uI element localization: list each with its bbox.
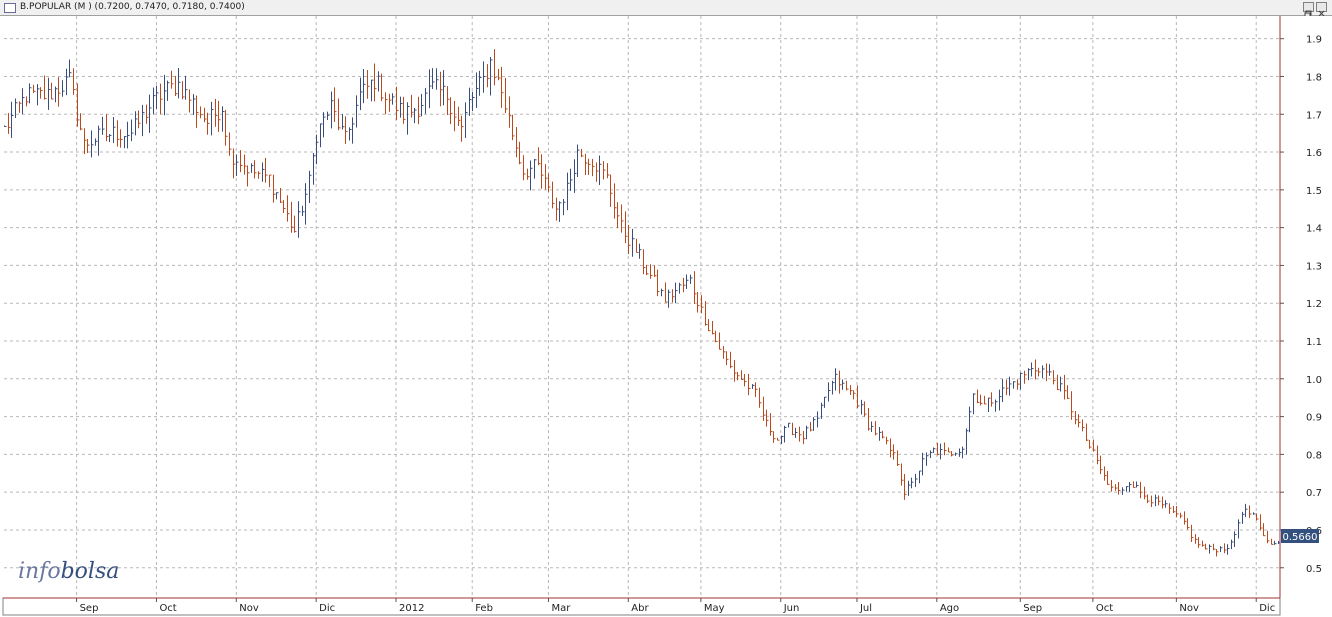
y-tick-label: 1.8 <box>1306 72 1322 83</box>
x-tick-label: Sep <box>80 603 99 614</box>
x-tick-label: Dic <box>1259 603 1275 614</box>
y-tick-label: 0.7 <box>1306 488 1322 499</box>
restore-button[interactable] <box>1303 2 1314 18</box>
last-price-label: 0.5660 <box>1283 532 1318 543</box>
y-tick-label: 1.9 <box>1306 35 1322 46</box>
y-tick-label: 1.5 <box>1306 186 1322 197</box>
x-tick-label: Nov <box>1179 603 1199 614</box>
x-tick-label: May <box>704 603 725 614</box>
x-tick-label: Oct <box>1096 603 1113 614</box>
window-titlebar: B.POPULAR (M ) (0.7200, 0.7470, 0.7180, … <box>0 0 1332 18</box>
x-tick-label: Oct <box>159 603 176 614</box>
window-title: B.POPULAR (M ) (0.7200, 0.7470, 0.7180, … <box>20 2 245 12</box>
y-tick-label: 1.3 <box>1306 261 1322 272</box>
logo-part-2: bolsa <box>61 559 120 584</box>
close-button[interactable] <box>1316 2 1327 17</box>
y-tick-label: 1.1 <box>1306 337 1322 348</box>
x-tick-label: Sep <box>1023 603 1042 614</box>
x-tick-label: Jul <box>859 603 872 614</box>
x-tick-label: Ago <box>940 603 959 614</box>
y-tick-label: 0.5 <box>1306 564 1322 575</box>
chart-window-icon <box>4 3 16 13</box>
logo-part-1: info <box>18 559 61 584</box>
x-tick-label: Jun <box>783 603 800 614</box>
chart-background <box>0 16 1332 617</box>
infobolsa-logo: infobolsa <box>18 559 119 584</box>
y-tick-label: 1.7 <box>1306 110 1322 121</box>
x-tick-label: Dic <box>319 603 335 614</box>
x-tick-label: Mar <box>551 603 571 614</box>
price-chart[interactable]: 0.50.60.70.80.91.01.11.21.31.41.51.61.71… <box>0 16 1332 617</box>
y-tick-label: 1.2 <box>1306 299 1322 310</box>
last-price-tag: 0.5660 <box>1281 529 1319 543</box>
x-tick-label: Abr <box>631 603 649 614</box>
x-tick-label: 2012 <box>399 603 424 614</box>
y-tick-label: 1.4 <box>1306 224 1322 235</box>
y-tick-label: 1.6 <box>1306 148 1322 159</box>
y-tick-label: 0.9 <box>1306 413 1322 424</box>
y-tick-label: 1.0 <box>1306 375 1322 386</box>
x-tick-label: Nov <box>239 603 259 614</box>
y-tick-label: 0.8 <box>1306 450 1322 461</box>
x-tick-label: Feb <box>475 603 493 614</box>
